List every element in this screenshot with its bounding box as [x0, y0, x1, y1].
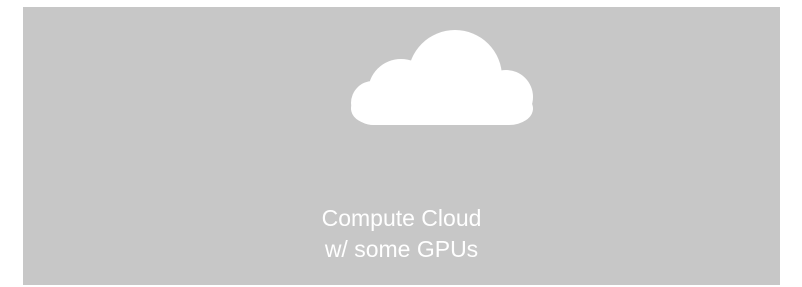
node-caption-line-1: Compute Cloud	[321, 205, 482, 231]
compute-cloud-node: Compute Cloud w/ some GPUs	[23, 7, 780, 285]
node-caption-line-2: w/ some GPUs	[324, 236, 479, 262]
cloud-icon	[343, 30, 533, 125]
